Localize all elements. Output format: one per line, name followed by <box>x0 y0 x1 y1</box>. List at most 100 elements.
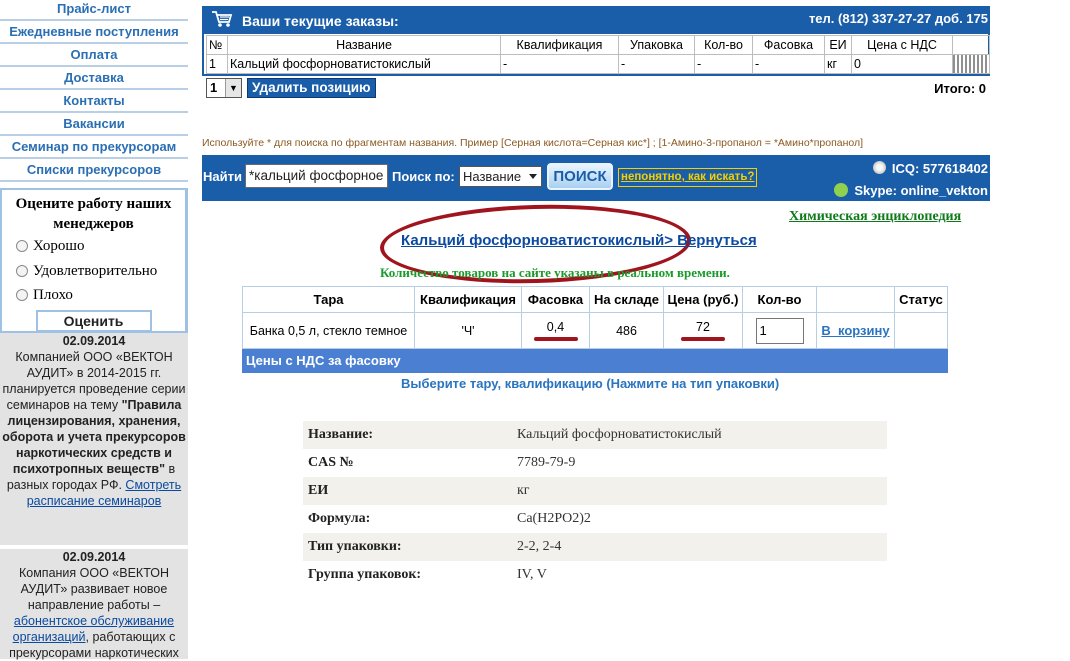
chevron-down-icon[interactable]: ▼ <box>225 79 241 97</box>
col-number: № <box>206 35 228 55</box>
news-text: Компанией ООО «ВЕКТОН АУДИТ» в 2014-2015… <box>2 350 186 508</box>
quantity-cell: 1 <box>742 312 817 349</box>
cart-cell: В_корзину <box>816 312 895 349</box>
news-text: Компания ООО «ВЕКТОН АУДИТ» развивает но… <box>9 566 179 660</box>
back-link[interactable]: > Вернуться <box>664 232 757 249</box>
property-value: 2-2, 2-4 <box>512 533 887 561</box>
find-label: Найти <box>203 169 242 184</box>
property-row: Название: Кальций фосфорноватистокислый <box>303 421 887 449</box>
rating-option-bad[interactable]: Плохо <box>2 283 185 308</box>
red-underline-mark <box>681 337 725 341</box>
nav-price-list[interactable]: Прайс-лист <box>0 0 188 21</box>
col-pack-size: Фасовка <box>521 286 590 313</box>
row-checkbox-stripes[interactable] <box>952 54 990 74</box>
rating-option-ok[interactable]: Удовлетворительно <box>2 259 185 284</box>
col-stock: На складе <box>589 286 664 313</box>
property-value: кг <box>512 477 887 505</box>
property-value: 7789-79-9 <box>517 455 576 470</box>
property-value: IV, V <box>517 567 547 582</box>
col-qualification: Квалификация <box>414 286 522 313</box>
rating-option-good[interactable]: Хорошо <box>2 234 185 259</box>
add-to-cart-link[interactable]: В_корзину <box>821 323 889 338</box>
skype-icon <box>834 183 849 197</box>
radio-button[interactable] <box>16 289 28 302</box>
nav-precursor-lists[interactable]: Списки прекурсоров <box>0 159 188 182</box>
col-price: Цена (руб.) <box>663 286 743 313</box>
nav-vacancies[interactable]: Вакансии <box>0 113 188 136</box>
product-title-link[interactable]: Кальций фосфорноватистокислый <box>401 232 664 249</box>
stock-cell: 486 <box>589 312 664 349</box>
news-date: 02.09.2014 <box>62 334 126 348</box>
orders-table: № Название Квалификация Упаковка Кол-во … <box>202 34 990 76</box>
status-cell <box>894 312 948 349</box>
product-table: Тара Квалификация Фасовка На складе Цена… <box>242 286 948 373</box>
left-sidebar: Прайс-лист Ежедневные поступления Оплата… <box>0 0 188 660</box>
search-hint: Используйте * для поиска по фрагментам н… <box>202 137 864 149</box>
col-pack-size: Фасовка <box>752 35 825 55</box>
property-row: Формула: Ca(H2PO2)2 <box>303 505 887 533</box>
radio-button[interactable] <box>16 240 28 253</box>
realtime-quantity-note: Количество товаров на сайте указаны в ре… <box>380 265 730 280</box>
property-row: CAS № 7789-79-9 <box>303 449 887 477</box>
position-select[interactable]: 1 ▼ <box>206 78 242 98</box>
vat-price-note: Цены с НДС за фасовку <box>242 349 948 373</box>
property-key: Формула: <box>308 511 371 526</box>
property-key: ЕИ <box>303 477 512 505</box>
delete-position-button[interactable]: Удалить позицию <box>247 78 376 98</box>
radio-button[interactable] <box>16 264 28 277</box>
news-item: 02.09.2014 Компанией ООО «ВЕКТОН АУДИТ» … <box>0 333 188 545</box>
price-cell: 72 <box>663 312 743 349</box>
nav-daily-arrivals[interactable]: Ежедневные поступления <box>0 21 188 44</box>
col-quantity: Кол-во <box>742 286 817 313</box>
search-button[interactable]: ПОИСК <box>547 163 613 190</box>
property-key: Группа упаковок: <box>308 567 422 582</box>
product-table-header: Тара Квалификация Фасовка На складе Цена… <box>242 286 948 313</box>
property-key: Тип упаковки: <box>303 533 512 561</box>
property-row: Группа упаковок: IV, V <box>303 561 887 589</box>
product-heading: Кальций фосфорноватистокислый> Вернуться <box>401 232 757 249</box>
rate-submit-button[interactable]: Оценить <box>35 309 152 332</box>
qualification-cell: 'Ч' <box>414 312 522 349</box>
col-qualification: Квалификация <box>500 35 619 55</box>
search-by-label: Поиск по: <box>392 169 455 184</box>
choose-package-note: Выберите тару, квалификацию (Нажмите на … <box>401 376 780 391</box>
nav-delivery[interactable]: Доставка <box>0 67 188 90</box>
orders-table-header: № Название Квалификация Упаковка Кол-во … <box>206 35 990 55</box>
news-item: 02.09.2014 Компания ООО «ВЕКТОН АУДИТ» р… <box>0 548 188 660</box>
orders-title: Ваши текущие заказы: <box>242 13 399 29</box>
orders-total: Итого: 0 <box>934 81 986 96</box>
nav-contacts[interactable]: Контакты <box>0 90 188 113</box>
red-underline-mark <box>533 337 578 341</box>
col-cart <box>816 286 895 313</box>
quantity-input[interactable]: 1 <box>755 317 804 344</box>
orders-footer: 1 ▼ Удалить позицию Итого: 0 <box>202 76 990 100</box>
icq-flower-icon <box>872 161 886 174</box>
col-unit: ЕИ <box>824 35 852 55</box>
col-tara: Тара <box>242 286 415 313</box>
search-help-link[interactable]: непонятно, как искать? <box>618 168 758 187</box>
chemical-encyclopedia-link[interactable]: Химическая энциклопедия <box>789 209 961 225</box>
property-value: Кальций фосфорноватистокислый <box>512 421 887 449</box>
nav-precursor-seminar[interactable]: Семинар по прекурсорам <box>0 136 188 159</box>
rating-box: Оцените работу наших менеджеров Хорошо У… <box>0 188 188 333</box>
search-by-select[interactable]: Название <box>459 166 542 187</box>
nav-payment[interactable]: Оплата <box>0 44 188 67</box>
table-row: 1 Кальций фосфорноватистокислый - - - - … <box>206 54 990 74</box>
orders-header: Ваши текущие заказы: тел. (812) 337-27-2… <box>202 6 990 34</box>
news-date: 02.09.2014 <box>62 550 126 564</box>
chevron-down-icon <box>529 174 537 179</box>
property-value: Ca(H2PO2)2 <box>517 511 591 526</box>
search-bar: Найти *кальций фосфорное Поиск по: Назва… <box>202 155 990 201</box>
property-key: CAS № <box>308 455 354 470</box>
col-quantity: Кол-во <box>694 35 753 55</box>
icq-contact: ICQ: 577618402 <box>872 161 988 176</box>
table-row[interactable]: Банка 0,5 л, стекло темное 'Ч' 0,4 486 7… <box>242 312 948 349</box>
search-input[interactable]: *кальций фосфорное <box>245 164 388 188</box>
col-status: Статус <box>894 286 948 313</box>
properties-table: Название: Кальций фосфорноватистокислый … <box>303 421 887 589</box>
skype-contact: Skype: online_vekton <box>834 183 988 198</box>
orders-phone: тел. (812) 337-27-27 доб. 175 <box>808 11 988 26</box>
col-price-vat: Цена с НДС <box>851 35 953 55</box>
tara-cell[interactable]: Банка 0,5 л, стекло темное <box>242 312 415 349</box>
pack-size-cell: 0,4 <box>521 312 590 349</box>
